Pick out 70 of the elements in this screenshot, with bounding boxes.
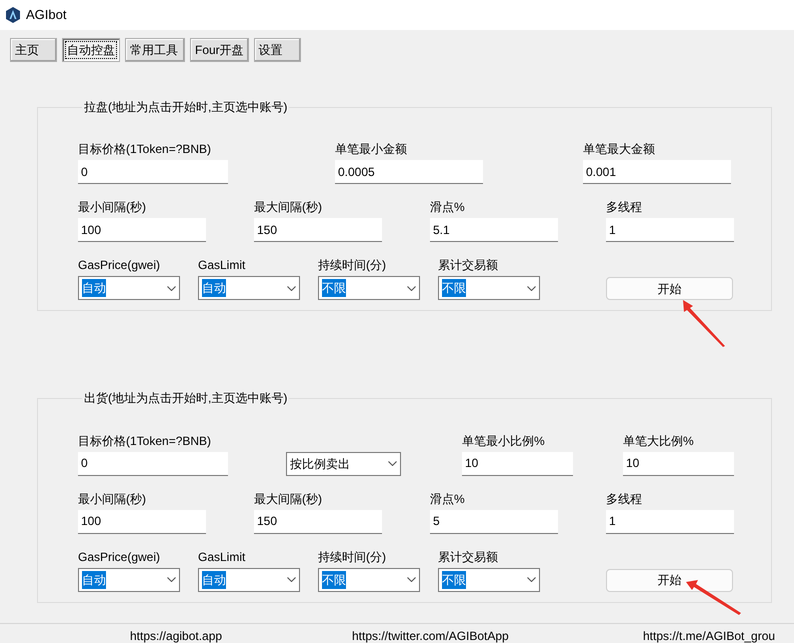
dropdown[interactable]: 不限 xyxy=(318,276,420,300)
field-label: 最小间隔(秒) xyxy=(78,200,147,214)
field-label: 累计交易额 xyxy=(438,550,499,564)
field-label: 单笔最小金额 xyxy=(335,142,408,156)
dropdown[interactable]: 自动 xyxy=(198,276,300,300)
dropdown[interactable]: 自动 xyxy=(198,568,300,592)
tab[interactable]: 设置 xyxy=(254,38,301,62)
field-label: 持续时间(分) xyxy=(318,550,387,564)
input-field[interactable]: 1 xyxy=(606,218,734,242)
field-label: 单笔最小比例% xyxy=(462,434,546,448)
input-field[interactable]: 10 xyxy=(623,452,734,476)
chevron-icon xyxy=(407,286,416,291)
chevron-icon xyxy=(527,286,536,291)
tab[interactable]: Four开盘 xyxy=(190,38,249,62)
group-title: 拉盘(地址为点击开始时,主页选中账号) xyxy=(83,100,288,114)
dropdown[interactable]: 按比例卖出 xyxy=(286,452,401,476)
tab[interactable]: 常用工具 xyxy=(125,38,185,62)
input-field[interactable]: 5 xyxy=(430,510,558,534)
chevron-icon xyxy=(287,286,296,291)
window-title: AGIbot xyxy=(26,6,66,24)
input-field[interactable]: 100 xyxy=(78,510,206,534)
input-field[interactable]: 150 xyxy=(254,510,382,534)
chevron-icon xyxy=(407,577,416,582)
annotation-arrow xyxy=(684,578,742,616)
input-field[interactable]: 150 xyxy=(254,218,382,242)
link-text[interactable]: https://twitter.com/AGIBotApp xyxy=(352,627,509,643)
start-button[interactable]: 开始 xyxy=(606,277,733,300)
field-label: 单笔最大金额 xyxy=(583,142,656,156)
input-field[interactable]: 0.001 xyxy=(583,160,731,184)
tab[interactable]: 主页 xyxy=(10,38,57,62)
input-field[interactable]: 0.0005 xyxy=(335,160,483,184)
tab[interactable]: 自动控盘 xyxy=(62,38,120,62)
field-label: 累计交易额 xyxy=(438,258,499,272)
chevron-icon xyxy=(167,286,176,291)
field-label: 多线程 xyxy=(606,200,643,214)
chevron-icon xyxy=(287,577,296,582)
field-label: 单笔大比例% xyxy=(623,434,695,448)
input-field[interactable]: 0 xyxy=(78,160,228,184)
dropdown[interactable]: 不限 xyxy=(438,276,540,300)
field-label: 最大间隔(秒) xyxy=(254,200,323,214)
annotation-arrow xyxy=(681,298,727,348)
field-label: 最大间隔(秒) xyxy=(254,492,323,506)
field-label: GasPrice(gwei) xyxy=(78,258,162,272)
group-title: 出货(地址为点击开始时,主页选中账号) xyxy=(83,391,288,406)
input-field[interactable]: 100 xyxy=(78,218,206,242)
input-field[interactable]: 1 xyxy=(606,510,734,534)
field-label: 目标价格(1Token=?BNB) xyxy=(78,434,212,448)
input-field[interactable]: 0 xyxy=(78,452,228,476)
input-field[interactable]: 10 xyxy=(462,452,573,476)
chevron-icon xyxy=(388,461,397,466)
field-label: GasLimit xyxy=(198,550,246,564)
field-label: 滑点% xyxy=(430,492,466,506)
field-label: GasPrice(gwei) xyxy=(78,550,162,564)
start-button[interactable]: 开始 xyxy=(606,568,733,592)
field-label: 最小间隔(秒) xyxy=(78,492,147,506)
input-field[interactable]: 5.1 xyxy=(430,218,558,242)
link-text[interactable]: https://agibot.app xyxy=(130,627,222,643)
dropdown[interactable]: 自动 xyxy=(78,276,180,300)
dropdown[interactable]: 自动 xyxy=(78,568,180,592)
field-label: 滑点% xyxy=(430,200,466,214)
chevron-icon xyxy=(167,577,176,582)
link-text[interactable]: https://t.me/AGIBot_grou xyxy=(643,627,776,643)
app-icon xyxy=(6,7,20,23)
field-label: 目标价格(1Token=?BNB) xyxy=(78,142,212,156)
field-label: GasLimit xyxy=(198,258,246,272)
dropdown[interactable]: 不限 xyxy=(438,568,540,592)
field-label: 持续时间(分) xyxy=(318,258,387,272)
field-label: 多线程 xyxy=(606,492,643,506)
chevron-icon xyxy=(527,577,536,582)
dropdown[interactable]: 不限 xyxy=(318,568,420,592)
